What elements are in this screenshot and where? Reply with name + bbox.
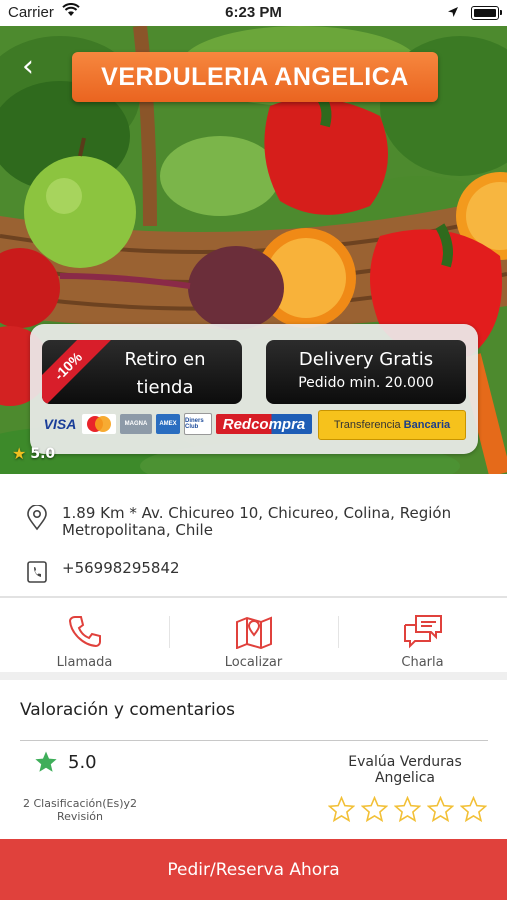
phone-box-icon	[26, 560, 48, 588]
location-pin-icon	[26, 504, 48, 535]
redcompra-compra: compra	[251, 415, 306, 433]
battery-icon	[471, 6, 502, 20]
redcompra-red: Red	[222, 415, 252, 433]
call-label: Llamada	[56, 655, 113, 670]
bank-transfer-badge: Transferencia Bancaria	[318, 410, 466, 440]
ratings-title: Valoración y comentarios	[20, 700, 235, 720]
redcompra-logo: Red compra	[216, 414, 312, 434]
phone-row[interactable]: +56998295842	[26, 560, 486, 588]
star-filled-icon	[35, 751, 57, 772]
star-outline-icon[interactable]	[427, 796, 454, 823]
delivery-option: Delivery Gratis Pedido min. 20.000	[266, 340, 466, 404]
locate-label: Localizar	[224, 655, 283, 670]
magna-logo: MAGNA	[120, 414, 152, 434]
chat-icon	[403, 615, 442, 649]
delivery-title: Delivery Gratis	[298, 349, 434, 370]
map-icon	[235, 616, 272, 649]
address-row[interactable]: 1.89 Km * Av. Chicureo 10, Chicureo, Col…	[26, 504, 486, 539]
evaluate-prompt: Evalúa Verduras Angelica	[348, 754, 462, 786]
transfer-bank: Bancaria	[403, 419, 451, 431]
divider	[0, 596, 507, 598]
locate-button[interactable]: Localizar	[169, 600, 338, 672]
visa-logo: VISA	[43, 416, 77, 432]
pickup-label: Retiro en tienda	[124, 349, 206, 398]
mastercard-logo	[82, 414, 116, 434]
address-text: 1.89 Km * Av. Chicureo 10, Chicureo, Col…	[62, 504, 452, 539]
delivery-minimum: Pedido min. 20.000	[298, 375, 434, 391]
promo-panel: -10% Retiro en tienda Delivery Gratis Pe…	[30, 324, 478, 454]
back-button[interactable]: ‹	[22, 52, 34, 82]
chat-label: Charla	[401, 655, 444, 670]
review-count: 2 Clasificación(Es)y2 Revisión	[22, 797, 138, 823]
score-value: 5.0	[68, 751, 97, 773]
amex-logo: AMEX	[156, 414, 180, 434]
call-button[interactable]: Llamada	[0, 600, 169, 672]
rate-stars	[328, 796, 487, 823]
star-outline-icon[interactable]	[460, 796, 487, 823]
location-arrow-icon	[447, 5, 459, 22]
phone-text: +56998295842	[62, 559, 180, 577]
store-name-banner: VERDULERIA ANGELICA	[72, 52, 438, 102]
star-outline-icon[interactable]	[361, 796, 388, 823]
payment-methods: VISA MAGNA AMEX Diners Club Red compra	[42, 412, 312, 436]
pickup-option: -10% Retiro en tienda	[42, 340, 242, 404]
clock: 6:23 PM	[225, 4, 282, 21]
star-outline-icon[interactable]	[394, 796, 421, 823]
score-display: 5.0	[34, 750, 97, 774]
chat-button[interactable]: Charla	[338, 600, 507, 672]
hero-rating: ★ 5.0	[12, 444, 55, 463]
star-icon: ★	[12, 444, 27, 463]
action-bar: Llamada Localizar Charla	[0, 600, 507, 672]
star-outline-icon[interactable]	[328, 796, 355, 823]
transfer-label: Transferencia	[333, 419, 401, 431]
section-separator	[0, 672, 507, 680]
status-bar: Carrier 6:23 PM	[0, 0, 507, 26]
hero-rating-value: 5.0	[30, 445, 56, 462]
store-hero: ‹ VERDULERIA ANGELICA -10% Retiro en tie…	[0, 26, 507, 474]
ratings-divider	[20, 740, 488, 741]
phone-icon	[68, 616, 101, 648]
order-now-button[interactable]: Pedir/Reserva Ahora	[0, 839, 507, 900]
diners-logo: Diners Club	[184, 413, 212, 435]
